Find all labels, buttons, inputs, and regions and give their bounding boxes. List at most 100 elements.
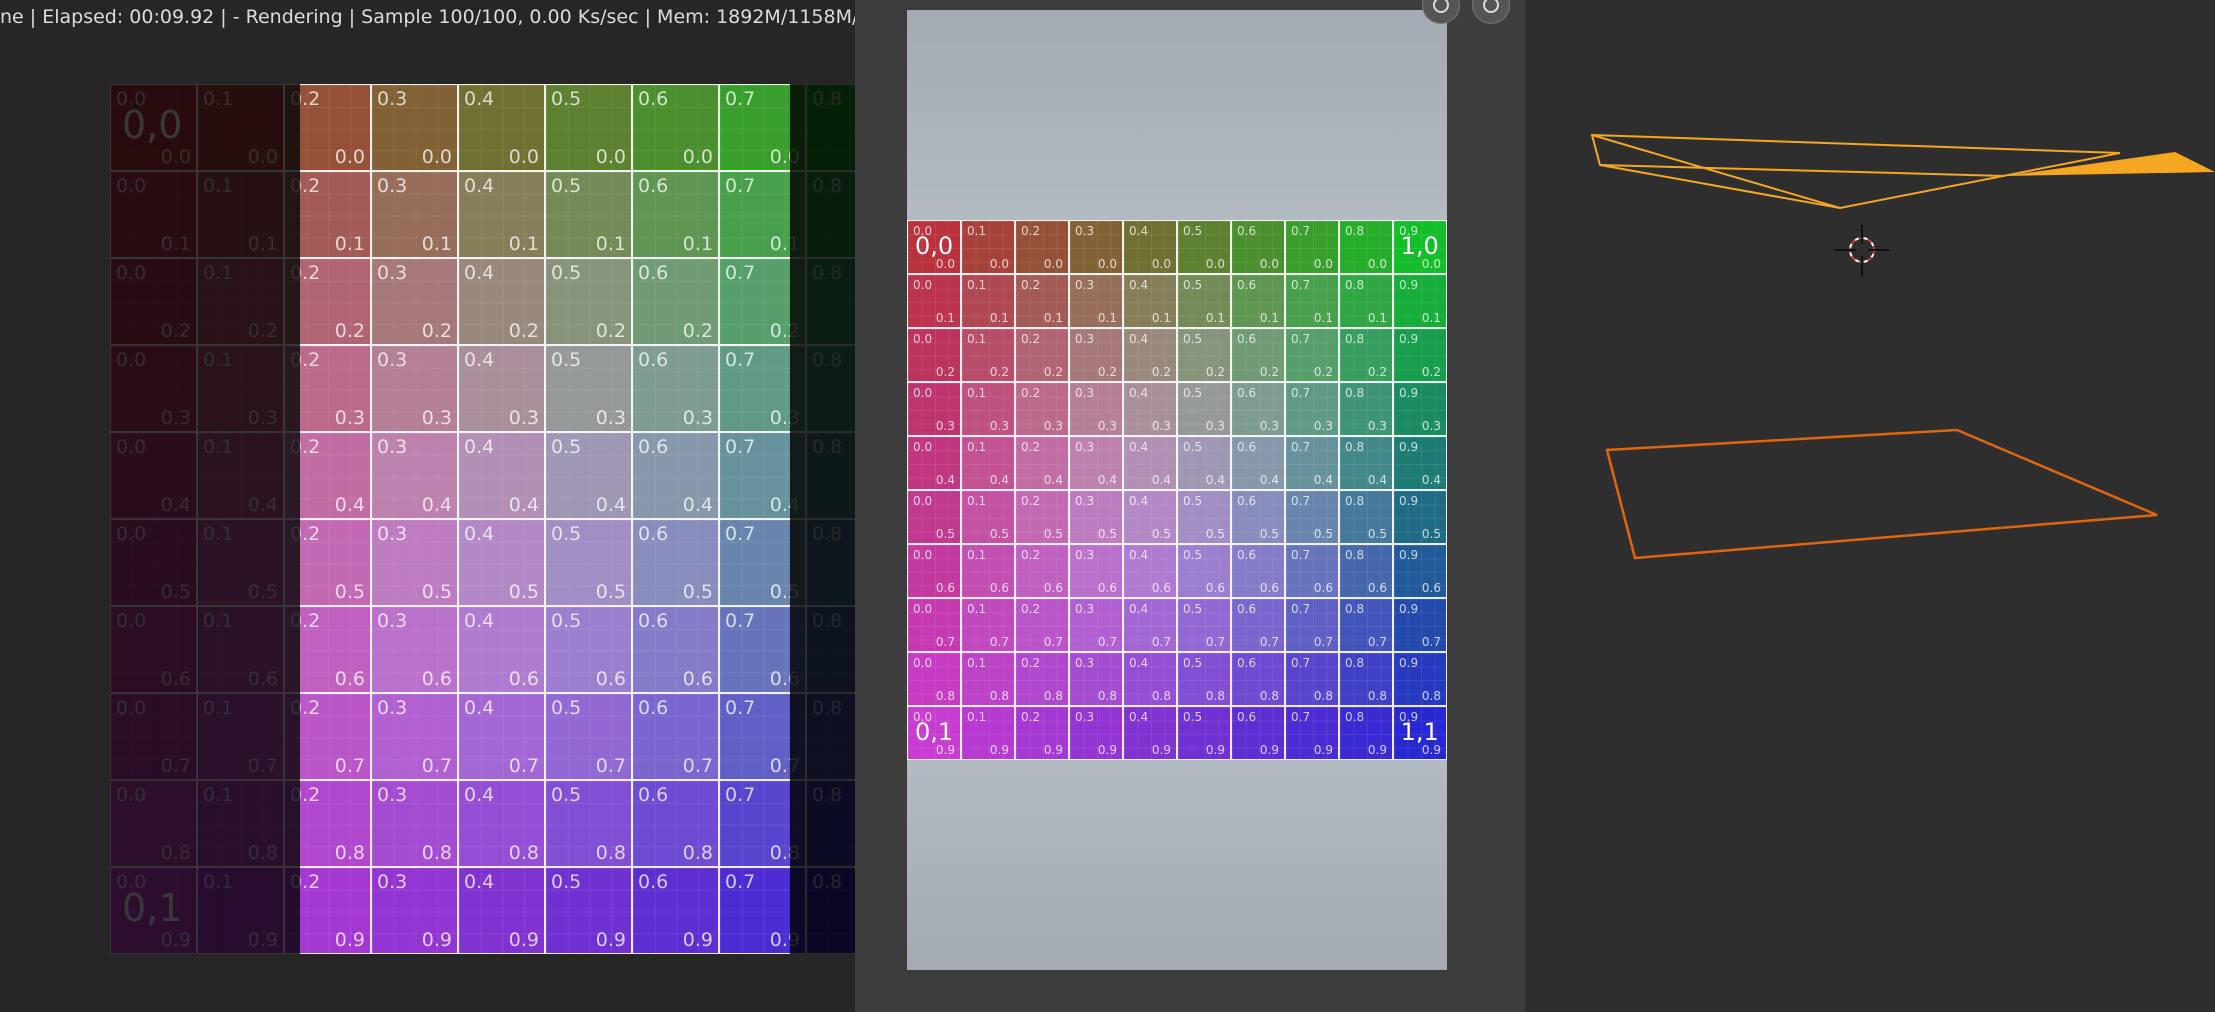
uv-grid-cell: 0.1 0.7 [961, 598, 1015, 652]
uv-grid-cell: 0.4 0.4 [458, 432, 545, 519]
uv-grid-cell: 0.7 0.1 [1285, 274, 1339, 328]
uv-u-label: 0.7 [725, 88, 756, 110]
uv-v-label: 0.1 [595, 233, 626, 255]
uv-v-label: 0.1 [1313, 311, 1333, 325]
uv-u-label: 0.7 [725, 349, 756, 371]
uv-v-label: 0.7 [1259, 635, 1279, 649]
uv-u-label: 0.2 [1021, 494, 1041, 508]
uv-v-label: 0.0 [1097, 257, 1117, 271]
uv-u-label: 0.1 [967, 440, 987, 454]
uv-u-label: 0.6 [638, 523, 669, 545]
uv-u-label: 0.6 [1237, 224, 1257, 238]
uv-grid-cell: 0.2 0.6 [1015, 544, 1069, 598]
uv-u-label: 0.8 [1345, 440, 1365, 454]
uv-v-label: 0.8 [1205, 689, 1225, 703]
uv-v-label: 0.4 [1367, 473, 1387, 487]
uv-grid-cell: 0.3 0.4 [1069, 436, 1123, 490]
uv-v-label: 0.7 [1043, 635, 1063, 649]
uv-v-label: 0.5 [1259, 527, 1279, 541]
uv-v-label: 0.8 [1367, 689, 1387, 703]
uv-grid-cell: 0.3 0.3 [371, 345, 458, 432]
3d-cursor-icon [1835, 225, 1889, 277]
uv-grid-cell: 0.5 0.7 [545, 693, 632, 780]
uv-u-label: 0.3 [377, 784, 408, 806]
uv-grid-cell: 0.5 0.5 [545, 519, 632, 606]
uv-grid-cell: 0.2 0.8 [1015, 652, 1069, 706]
uv-u-label: 0.5 [1183, 656, 1203, 670]
uv-grid-cell: 0.3 0.6 [371, 606, 458, 693]
uv-v-label: 0.1 [1043, 311, 1063, 325]
viewport-scene [1590, 133, 2215, 560]
uv-u-label: 0.0 [913, 602, 933, 616]
uv-grid-cell: 0.5 0.4 [545, 432, 632, 519]
uv-u-label: 0.7 [725, 697, 756, 719]
uv-u-label: 0.5 [1183, 710, 1203, 724]
uv-grid-cell: 0.8 0.6 [1339, 544, 1393, 598]
uv-v-label: 0.3 [989, 419, 1009, 433]
uv-grid-cell: 0.6 0.8 [1231, 652, 1285, 706]
uv-v-label: 0.4 [682, 494, 713, 516]
uv-grid-cell: 0.9 0.6 [1393, 544, 1447, 598]
uv-grid-cell: 0.4 0.0 [458, 84, 545, 171]
uv-v-label: 0.4 [1421, 473, 1441, 487]
uv-u-label: 0.0 [913, 386, 933, 400]
uv-v-label: 0.9 [1205, 743, 1225, 757]
uv-grid-cell: 0.0 0.5 [907, 490, 961, 544]
uv-grid-cell: 0.1 0.3 [961, 382, 1015, 436]
uv-u-label: 0.6 [638, 871, 669, 893]
uv-v-label: 0.6 [595, 668, 626, 690]
uv-v-label: 0.1 [1097, 311, 1117, 325]
uv-v-label: 0.7 [595, 755, 626, 777]
uv-grid-cell: 0.2 0.1 [1015, 274, 1069, 328]
uv-v-label: 0.6 [508, 668, 539, 690]
uv-u-label: 0.4 [1129, 494, 1149, 508]
uv-v-label: 0.6 [1043, 581, 1063, 595]
uv-u-label: 0.6 [638, 175, 669, 197]
uv-grid-cell: 0.5 0.6 [1177, 544, 1231, 598]
uv-u-label: 0.3 [1075, 440, 1095, 454]
uv-u-label: 0.3 [377, 523, 408, 545]
uv-v-label: 0.3 [1259, 419, 1279, 433]
uv-v-label: 0.1 [935, 311, 955, 325]
uv-grid-cell: 0.3 0.7 [1069, 598, 1123, 652]
uv-u-label: 0.3 [1075, 494, 1095, 508]
uv-grid-cell: 0.6 0.5 [1231, 490, 1285, 544]
uv-v-label: 0.7 [508, 755, 539, 777]
uv-v-label: 0.3 [1151, 419, 1171, 433]
uv-v-label: 0.4 [1205, 473, 1225, 487]
uv-grid-cell: 0.8 0.8 [1339, 652, 1393, 706]
uv-u-label: 0.3 [1075, 710, 1095, 724]
uv-u-label: 0.0 [913, 278, 933, 292]
uv-grid-cell: 0.5 0.1 [1177, 274, 1231, 328]
uv-grid-cell: 0.3 0.9 [1069, 706, 1123, 760]
uv-u-label: 0.6 [638, 697, 669, 719]
uv-grid-cell: 0.6 0.1 [1231, 274, 1285, 328]
uv-grid-cell: 0.9 0.1 [1393, 274, 1447, 328]
uv-u-label: 0.5 [1183, 386, 1203, 400]
render-result-panel[interactable]: 0.00.00.10.00.20.00.30.00.40.00.50.00.60… [0, 0, 855, 1012]
uv-grid-cell: 0.8 0.1 [1339, 274, 1393, 328]
uv-v-label: 0.5 [1043, 527, 1063, 541]
uv-v-label: 0.2 [1097, 365, 1117, 379]
uv-v-label: 0.3 [1367, 419, 1387, 433]
uv-v-label: 0.6 [1259, 581, 1279, 595]
uv-grid-cell: 0.6 0.6 [1231, 544, 1285, 598]
uv-grid-cell: 0.5 0.1 [545, 171, 632, 258]
preview-uv-grid: 0.0 0.0 0.1 0.0 0.2 0.0 0.3 0.0 0.4 0.0 0.5 0.0 0.6 0… [907, 220, 1447, 760]
uv-v-label: 0.2 [1151, 365, 1171, 379]
uv-grid-cell: 0.9 0.4 [1393, 436, 1447, 490]
uv-v-label: 0.1 [1367, 311, 1387, 325]
3d-viewport-panel[interactable] [1525, 0, 2215, 1012]
uv-grid-cell: 0.0 0.6 [907, 544, 961, 598]
uv-u-label: 0.9 [1399, 440, 1419, 454]
uv-grid-cell: 0.3 0.7 [371, 693, 458, 780]
uv-grid-cell: 0.0 0.8 [907, 652, 961, 706]
uv-v-label: 0.0 [421, 146, 452, 168]
uv-grid-cell: 0.0 0.7 [907, 598, 961, 652]
uv-u-label: 0.6 [638, 610, 669, 632]
uv-v-label: 0.2 [1205, 365, 1225, 379]
uv-u-label: 0.9 [1399, 656, 1419, 670]
uv-u-label: 0.3 [377, 262, 408, 284]
uv-grid-cell: 0.5 0.2 [545, 258, 632, 345]
uv-v-label: 0.4 [1097, 473, 1117, 487]
